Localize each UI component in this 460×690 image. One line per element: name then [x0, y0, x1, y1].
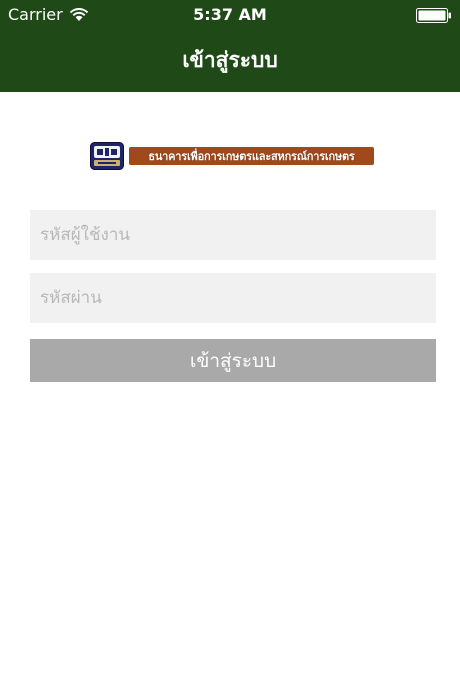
bank-emblem-icon [90, 142, 124, 170]
status-bar: Carrier 5:37 AM [0, 0, 460, 30]
login-button[interactable]: เข้าสู่ระบบ [30, 339, 436, 382]
password-input[interactable] [30, 273, 436, 323]
bank-name: ธนาคารเพื่อการเกษตรและสหกรณ์การเกษตร [129, 147, 374, 165]
bank-logo: ธนาคารเพื่อการเกษตรและสหกรณ์การเกษตร [90, 142, 374, 170]
battery-icon [416, 8, 451, 23]
page-title: เข้าสู่ระบบ [182, 48, 278, 72]
username-input[interactable] [30, 210, 436, 260]
app-header: Carrier 5:37 AM เข้าสู่ระบบ [0, 0, 460, 92]
clock: 5:37 AM [193, 5, 267, 24]
